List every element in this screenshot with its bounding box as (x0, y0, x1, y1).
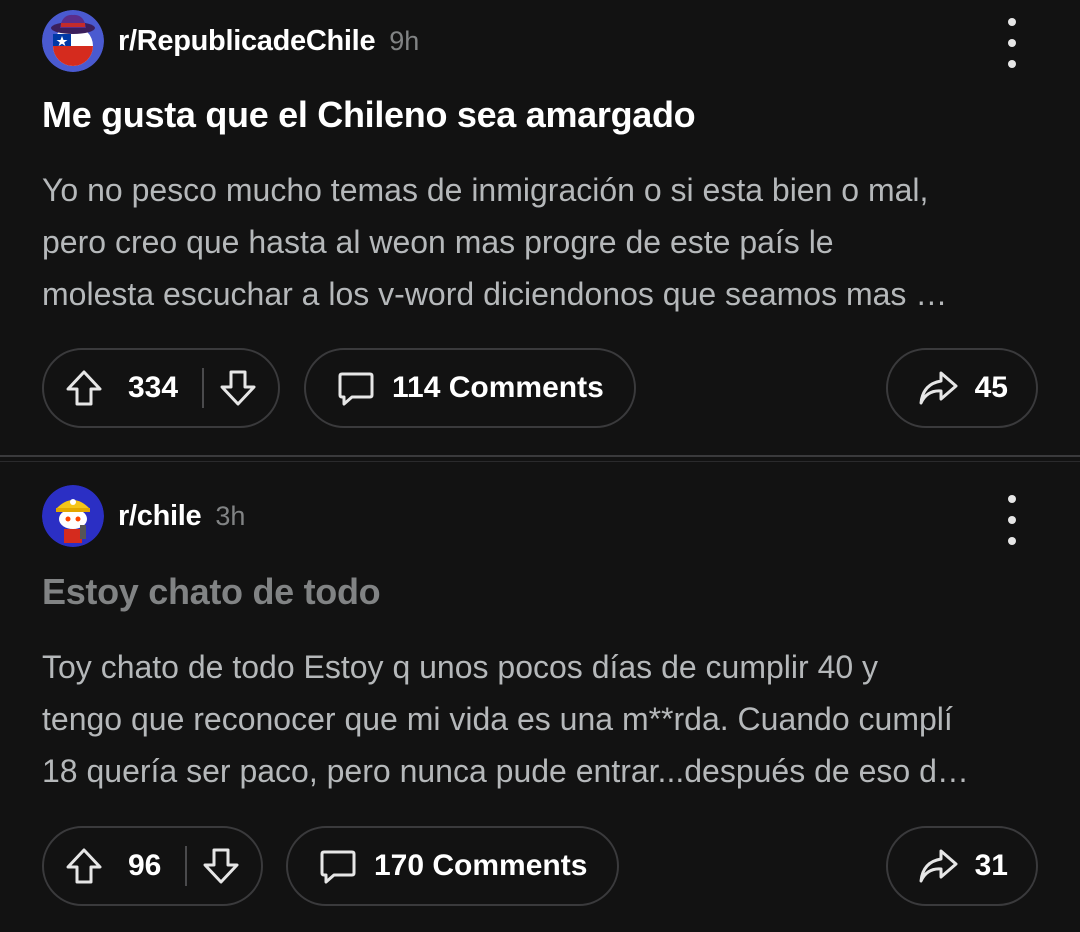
post-age: 3h (215, 500, 246, 531)
subreddit-avatar[interactable] (42, 485, 104, 547)
post-body-line: pero creo que hasta al weon mas progre d… (42, 224, 834, 260)
share-button[interactable]: 31 (886, 826, 1038, 906)
post-title[interactable]: Estoy chato de todo (42, 571, 381, 613)
post-card[interactable]: r/chile 3h Estoy chato de todo Toy chato… (0, 462, 1080, 924)
post-body-line: molesta escuchar a los v-word diciendono… (42, 276, 948, 312)
comments-count: 114 Comments (392, 371, 604, 404)
speech-bubble-icon (316, 844, 360, 888)
post-meta: r/chile 3h (42, 485, 245, 547)
post-meta: r/RepublicadeChile 9h (42, 10, 419, 72)
upvote-arrow-icon[interactable] (60, 364, 108, 412)
post-title[interactable]: Me gusta que el Chileno sea amargado (42, 94, 696, 136)
share-arrow-icon (914, 842, 962, 890)
vote-count: 334 (128, 371, 179, 404)
post-age: 9h (389, 25, 420, 56)
vote-count: 96 (128, 849, 162, 882)
vote-control: 334 (42, 348, 281, 428)
more-options-icon[interactable] (992, 495, 1032, 545)
post-body-line: Yo no pesco mucho temas de inmigración o… (42, 172, 929, 208)
subreddit-name[interactable]: r/chile (118, 500, 202, 533)
subreddit-name[interactable]: r/RepublicadeChile (118, 25, 376, 58)
post-body-line: Toy chato de todo Estoy q unos pocos día… (42, 649, 879, 685)
vote-control: 96 (42, 826, 264, 906)
post-actions: 96 170 Comments 31 (42, 826, 1038, 910)
post-body-line: tengo que reconocer que mi vida es una m… (42, 701, 953, 737)
more-options-icon[interactable] (992, 18, 1032, 68)
post-body[interactable]: Toy chato de todo Estoy q unos pocos día… (42, 641, 1042, 797)
post-actions: 334 114 Comments 45 (42, 348, 1038, 432)
post-card[interactable]: r/RepublicadeChile 9h Me gusta que el Ch… (0, 0, 1080, 455)
share-count: 45 (974, 371, 1008, 404)
downvote-arrow-icon[interactable] (214, 364, 262, 412)
subreddit-avatar[interactable] (42, 10, 104, 72)
speech-bubble-icon (334, 366, 378, 410)
post-body[interactable]: Yo no pesco mucho temas de inmigración o… (42, 164, 1042, 320)
comments-button[interactable]: 170 Comments (286, 826, 620, 906)
post-body-line: 18 quería ser paco, pero nunca pude entr… (42, 753, 969, 789)
share-arrow-icon (914, 364, 962, 412)
vote-divider (202, 368, 205, 408)
downvote-arrow-icon[interactable] (197, 842, 245, 890)
upvote-arrow-icon[interactable] (60, 842, 108, 890)
share-count: 31 (974, 849, 1008, 882)
vote-divider (185, 846, 188, 886)
post-feed: r/RepublicadeChile 9h Me gusta que el Ch… (0, 0, 1080, 924)
share-button[interactable]: 45 (886, 348, 1038, 428)
comments-button[interactable]: 114 Comments (304, 348, 636, 428)
comments-count: 170 Comments (374, 849, 588, 882)
